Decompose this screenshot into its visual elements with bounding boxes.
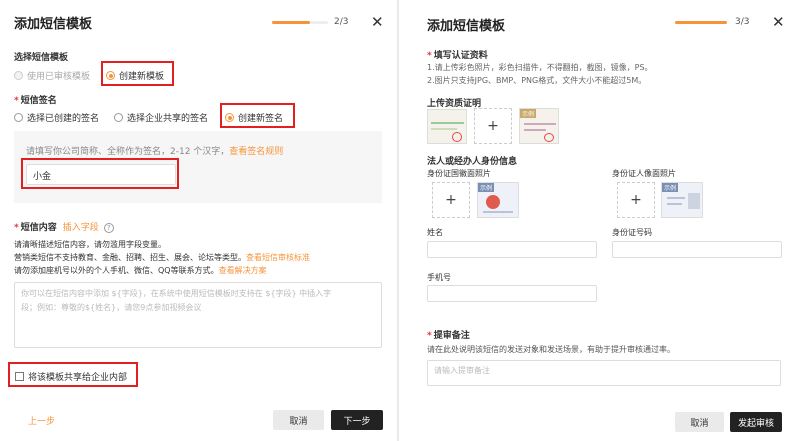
cancel-button[interactable]: 取消 <box>675 412 724 432</box>
radio-existing-signature[interactable]: 选择已创建的签名 <box>14 111 99 124</box>
left-dialog: 添加短信模板 2/3 ✕ 选择短信模板 使用已审核模板 创建新模板 * 短信签名 … <box>0 0 397 441</box>
phone-input[interactable] <box>427 285 597 302</box>
notice-line-3: 请勿添加座机号以外的个人手机、微信、QQ等联系方式。查看解决方案 <box>14 266 267 275</box>
step-indicator: 3/3 <box>735 17 750 27</box>
cert-label: * 填写认证资料 <box>427 51 488 61</box>
remark-label: * 提审备注 <box>427 331 470 341</box>
signature-label: * 短信签名 <box>14 96 57 106</box>
highlight-box <box>101 61 174 86</box>
plus-icon: + <box>630 192 642 208</box>
radio-use-approved-template[interactable]: 使用已审核模板 <box>14 69 90 82</box>
help-icon[interactable]: ? <box>103 223 114 233</box>
name-label: 姓名 <box>427 228 443 237</box>
submit-review-button[interactable]: 发起审核 <box>730 412 782 432</box>
upload-id-front-button[interactable]: + <box>432 182 470 218</box>
id-number-input[interactable] <box>612 241 782 258</box>
close-icon[interactable]: ✕ <box>371 15 384 30</box>
progress-bar <box>272 21 328 24</box>
notice-line-2: 营销类短信不支持教育、金融、招聘、招生、展会、论坛等类型。查看短信审核标准 <box>14 253 310 262</box>
highlight-box <box>8 362 138 387</box>
sample-tag: 示例 <box>520 109 537 118</box>
highlight-box <box>21 158 179 189</box>
remark-description: 请在此处说明该短信的发送对象和发送场景，有助于提升审核通过率。 <box>427 345 675 354</box>
sample-tag: 示例 <box>662 183 679 192</box>
radio-icon <box>14 71 23 80</box>
progress-bar <box>675 21 727 24</box>
progress-fill <box>675 21 727 24</box>
upload-cert-label: 上传资质证明 <box>427 99 482 109</box>
signature-rules-link[interactable]: 查看签名规则 <box>229 147 283 157</box>
next-step-button[interactable]: 下一步 <box>331 410 383 430</box>
template-section-label: 选择短信模板 <box>14 53 69 63</box>
plus-icon: + <box>487 118 499 134</box>
prev-step-button[interactable]: 上一步 <box>28 414 55 427</box>
content-label: * 短信内容 插入字段? <box>14 220 114 233</box>
step-indicator: 2/3 <box>334 17 349 27</box>
id-front-label: 身份证国徽面照片 <box>427 169 491 178</box>
radio-icon <box>14 113 23 122</box>
content-textarea[interactable]: 你可以在短信内容中添加 ${字段}，在系统中使用短信模板时支持在 ${字段} 中… <box>14 282 382 348</box>
review-standard-link[interactable]: 查看短信审核标准 <box>246 253 310 262</box>
id-number-label: 身份证号码 <box>612 228 652 237</box>
cert-rule-1: 1.请上传彩色照片，彩色扫描件，不得翻拍，截图，镜像，PS。 <box>427 63 653 72</box>
id-info-label: 法人或经办人身份信息 <box>427 157 518 167</box>
cert-rule-2: 2.图片只支持JPG、BMP、PNG格式，文件大小不能超过5M。 <box>427 76 647 85</box>
cert-sample-image-2: 示例 <box>519 108 559 144</box>
upload-cert-button[interactable]: + <box>474 108 512 144</box>
sample-tag: 示例 <box>478 183 495 192</box>
upload-id-back-button[interactable]: + <box>617 182 655 218</box>
phone-label: 手机号 <box>427 273 451 282</box>
id-back-sample-image: 示例 <box>661 182 703 218</box>
insert-field-link[interactable]: 插入字段 <box>63 223 99 233</box>
id-back-label: 身份证人像面照片 <box>612 169 676 178</box>
notice-line-1: 请清晰描述短信内容，请勿滥用字段变量。 <box>14 240 166 249</box>
signature-hint: 请填写你公司简称、全称作为签名，2-12 个汉字，查看签名规则 <box>26 147 284 157</box>
progress-fill <box>272 21 310 24</box>
cancel-button[interactable]: 取消 <box>273 410 324 430</box>
radio-shared-signature[interactable]: 选择企业共享的签名 <box>114 111 208 124</box>
id-front-sample-image: 示例 <box>477 182 519 218</box>
remark-input[interactable]: 请输入提审备注 <box>427 360 781 386</box>
solution-link[interactable]: 查看解决方案 <box>219 266 267 275</box>
dialog-title: 添加短信模板 <box>427 19 506 34</box>
name-input[interactable] <box>427 241 597 258</box>
plus-icon: + <box>445 192 457 208</box>
dialog-title: 添加短信模板 <box>14 17 93 32</box>
radio-icon <box>114 113 123 122</box>
right-dialog: 添加短信模板 3/3 ✕ * 填写认证资料 1.请上传彩色照片，彩色扫描件，不得翻… <box>399 0 796 441</box>
highlight-box <box>220 103 295 128</box>
cert-sample-image-1 <box>427 109 467 144</box>
close-icon[interactable]: ✕ <box>772 15 785 30</box>
